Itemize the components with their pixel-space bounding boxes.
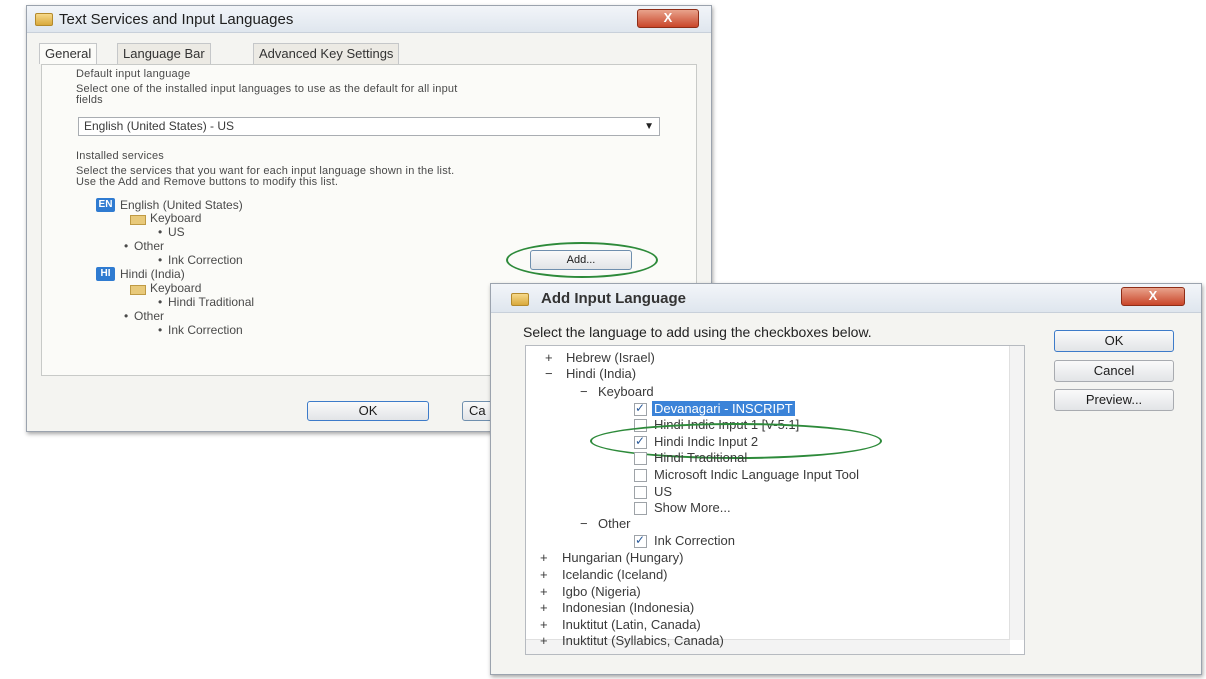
tree-ink-correction[interactable]: Ink Correction bbox=[654, 533, 735, 548]
tree-icelandic[interactable]: Icelandic (Iceland) bbox=[562, 567, 668, 582]
bullet-icon: • bbox=[158, 253, 163, 267]
bullet-icon: • bbox=[158, 225, 163, 239]
dialog-instruction: Select the language to add using the che… bbox=[523, 324, 872, 340]
tree-hindi-ink[interactable]: Ink Correction bbox=[168, 323, 243, 337]
default-language-value: English (United States) - US bbox=[84, 119, 235, 133]
tab-general[interactable]: General bbox=[39, 43, 98, 64]
tree-devanagari-inscript[interactable]: Devanagari - INSCRIPT bbox=[652, 401, 795, 416]
tree-show-more[interactable]: Show More... bbox=[654, 500, 731, 515]
bullet-icon: • bbox=[124, 309, 129, 323]
tree-inuktitut-syllabics[interactable]: Inuktitut (Syllabics, Canada) bbox=[562, 633, 724, 648]
keyboard-icon bbox=[35, 13, 53, 26]
ok-button[interactable]: OK bbox=[307, 401, 429, 421]
hi-language-icon: HI bbox=[96, 267, 115, 281]
installed-services-description-cont: Use the Add and Remove buttons to modify… bbox=[76, 176, 339, 188]
tree-inuktitut-latin[interactable]: Inuktitut (Latin, Canada) bbox=[562, 617, 701, 632]
checkbox-microsoft-indic[interactable] bbox=[634, 469, 647, 482]
bullet-icon: • bbox=[158, 323, 163, 337]
checkbox-us[interactable] bbox=[634, 486, 647, 499]
tree-hindi-traditional[interactable]: Hindi Traditional bbox=[168, 295, 254, 309]
tree-microsoft-indic[interactable]: Microsoft Indic Language Input Tool bbox=[654, 467, 859, 482]
collapse-icon[interactable]: − bbox=[580, 384, 588, 399]
tree-igbo[interactable]: Igbo (Nigeria) bbox=[562, 584, 641, 599]
close-button[interactable]: X bbox=[637, 9, 699, 28]
expand-icon[interactable]: + bbox=[540, 600, 548, 615]
default-language-heading: Default input language bbox=[76, 68, 191, 80]
default-language-select[interactable]: English (United States) - US ▼ bbox=[78, 117, 660, 136]
dialog-close-button[interactable]: X bbox=[1121, 287, 1185, 306]
tree-hebrew[interactable]: Hebrew (Israel) bbox=[566, 350, 655, 365]
expand-icon[interactable]: + bbox=[540, 633, 548, 648]
checkbox-ink-correction[interactable] bbox=[634, 533, 647, 548]
tree-english-ink[interactable]: Ink Correction bbox=[168, 253, 243, 267]
tree-english-us[interactable]: US bbox=[168, 225, 185, 239]
dialog-title: Add Input Language bbox=[541, 290, 686, 307]
checkbox-show-more[interactable] bbox=[634, 502, 647, 515]
keyboard-icon bbox=[130, 285, 146, 295]
annotation-ring bbox=[506, 242, 658, 278]
expand-icon[interactable]: + bbox=[540, 567, 548, 582]
dropdown-arrow-icon[interactable]: ▼ bbox=[644, 118, 654, 135]
collapse-icon[interactable]: − bbox=[580, 516, 588, 531]
expand-icon[interactable]: + bbox=[540, 550, 548, 565]
title-bar[interactable]: Text Services and Input Languages X bbox=[27, 6, 711, 33]
preview-button[interactable]: Preview... bbox=[1054, 389, 1174, 411]
tree-keyboard[interactable]: Keyboard bbox=[598, 384, 654, 399]
tree-hindi[interactable]: Hindi (India) bbox=[566, 366, 636, 381]
tree-hindi[interactable]: Hindi (India) bbox=[120, 267, 185, 281]
tree-us[interactable]: US bbox=[654, 484, 672, 499]
tree-other[interactable]: Other bbox=[598, 516, 631, 531]
expand-icon[interactable]: + bbox=[540, 617, 548, 632]
checkbox-hindi-traditional[interactable] bbox=[634, 452, 647, 465]
default-language-description-cont: fields bbox=[76, 94, 103, 106]
installed-services-heading: Installed services bbox=[76, 150, 164, 162]
checkbox-devanagari[interactable] bbox=[634, 401, 647, 416]
expand-icon[interactable]: + bbox=[540, 584, 548, 599]
keyboard-icon bbox=[511, 293, 529, 306]
collapse-icon[interactable]: − bbox=[545, 366, 553, 381]
tree-english[interactable]: English (United States) bbox=[120, 198, 243, 212]
tree-hindi-keyboard[interactable]: Keyboard bbox=[150, 281, 201, 295]
default-language-description: Select one of the installed input langua… bbox=[76, 83, 458, 95]
tab-advanced-key-settings[interactable]: Advanced Key Settings bbox=[253, 43, 400, 65]
tab-language-bar[interactable]: Language Bar bbox=[117, 43, 211, 65]
expand-icon[interactable]: + bbox=[545, 350, 553, 365]
keyboard-icon bbox=[130, 215, 146, 225]
tree-hindi-other[interactable]: Other bbox=[134, 309, 164, 323]
tree-indonesian[interactable]: Indonesian (Indonesia) bbox=[562, 600, 694, 615]
tree-hindi-traditional[interactable]: Hindi Traditional bbox=[654, 450, 747, 465]
tree-hungarian[interactable]: Hungarian (Hungary) bbox=[562, 550, 683, 565]
tree-english-other[interactable]: Other bbox=[134, 239, 164, 253]
vertical-scrollbar[interactable] bbox=[1009, 346, 1024, 640]
dialog-ok-button[interactable]: OK bbox=[1054, 330, 1174, 352]
dialog-cancel-button[interactable]: Cancel bbox=[1054, 360, 1174, 382]
window-title: Text Services and Input Languages bbox=[59, 11, 294, 28]
tree-english-keyboard[interactable]: Keyboard bbox=[150, 211, 201, 225]
dialog-title-bar[interactable]: Add Input Language X bbox=[491, 284, 1201, 313]
bullet-icon: • bbox=[124, 239, 129, 253]
bullet-icon: • bbox=[158, 295, 163, 309]
en-language-icon: EN bbox=[96, 198, 115, 212]
